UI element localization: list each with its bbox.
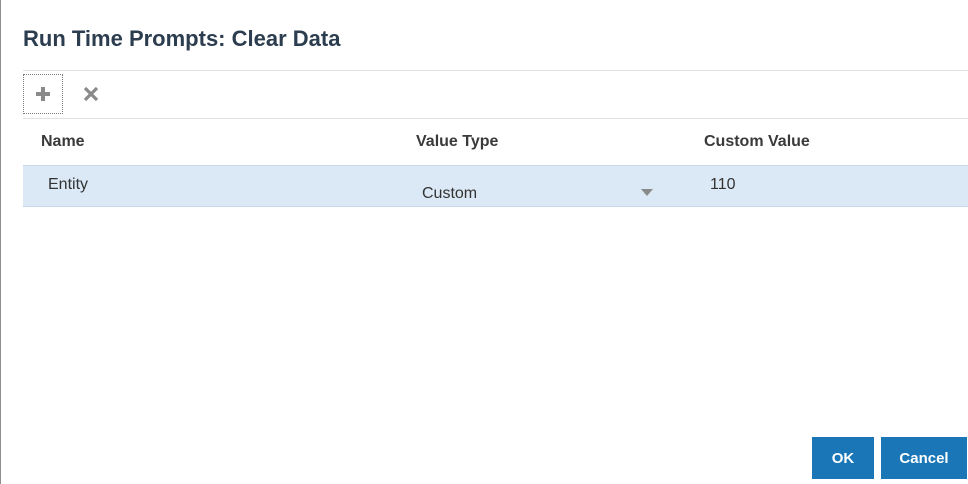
run-time-prompts-dialog: Run Time Prompts: Clear Data Name Value … [0, 0, 968, 484]
column-header-custom-value[interactable]: Custom Value [704, 133, 810, 151]
column-header-value-type[interactable]: Value Type [416, 133, 498, 151]
plus-icon [36, 87, 50, 101]
table-row[interactable]: Entity Custom 110 [23, 165, 968, 207]
delete-button[interactable] [71, 74, 111, 114]
column-header-name[interactable]: Name [41, 133, 85, 151]
add-button[interactable] [23, 74, 63, 114]
chevron-down-icon[interactable] [641, 189, 653, 196]
dialog-title: Run Time Prompts: Clear Data [23, 26, 341, 51]
ok-button[interactable]: OK [812, 437, 874, 479]
custom-value-field[interactable]: 110 [710, 176, 736, 194]
cell-name: Entity [48, 176, 89, 193]
toolbar [23, 70, 968, 118]
value-type-select[interactable]: Custom [416, 168, 656, 204]
value-type-selected: Custom [422, 185, 478, 202]
cancel-button[interactable]: Cancel [881, 437, 967, 479]
close-x-icon [83, 86, 99, 102]
table-header: Name Value Type Custom Value [23, 118, 968, 165]
